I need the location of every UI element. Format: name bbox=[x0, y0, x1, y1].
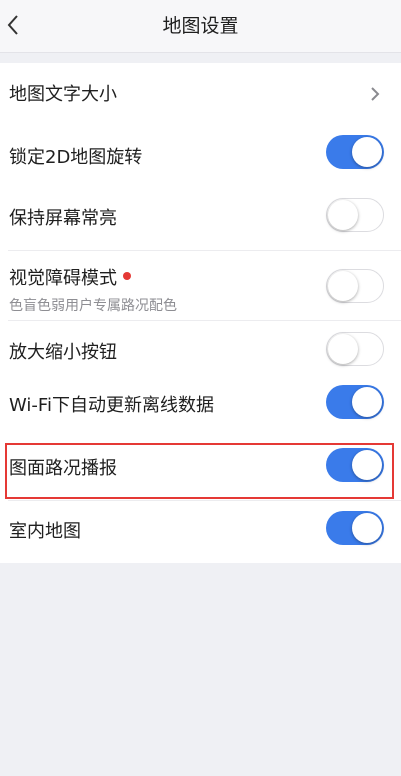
new-badge-dot bbox=[123, 272, 131, 280]
setting-label: 地图文字大小 bbox=[9, 84, 117, 105]
setting-label: Wi-Fi下自动更新离线数据 bbox=[9, 395, 214, 416]
setting-label: 室内地图 bbox=[9, 521, 81, 542]
setting-label: 保持屏幕常亮 bbox=[9, 208, 117, 229]
setting-row-keep-screen-on[interactable]: 保持屏幕常亮 bbox=[0, 187, 401, 250]
settings-group-map: 图面路况播报 室内地图 bbox=[0, 437, 401, 563]
setting-label: 放大缩小按钮 bbox=[9, 342, 117, 363]
setting-row-wifi-offline-update[interactable]: Wi-Fi下自动更新离线数据 bbox=[0, 374, 401, 437]
lock-rotation-toggle[interactable] bbox=[326, 135, 384, 169]
zoom-buttons-toggle[interactable] bbox=[326, 332, 384, 366]
setting-label: 锁定2D地图旋转 bbox=[9, 147, 143, 168]
setting-row-indoor-map[interactable]: 室内地图 bbox=[0, 500, 401, 563]
setting-row-lock-rotation[interactable]: 锁定2D地图旋转 bbox=[0, 126, 401, 189]
settings-group-display: 保持屏幕常亮 视觉障碍模式 色盲色弱用户专属路况配色 放大缩小按钮 bbox=[0, 187, 401, 383]
setting-label: 视觉障碍模式 bbox=[9, 264, 131, 290]
nav-header: 地图设置 bbox=[0, 0, 401, 53]
visual-impairment-toggle[interactable] bbox=[326, 269, 384, 303]
settings-group-text: 地图文字大小 bbox=[0, 63, 401, 126]
toggle-knob bbox=[352, 387, 382, 417]
toggle-knob bbox=[352, 137, 382, 167]
setting-row-text-size[interactable]: 地图文字大小 bbox=[0, 63, 401, 126]
setting-label: 图面路况播报 bbox=[9, 458, 117, 479]
toggle-knob bbox=[352, 450, 382, 480]
toggle-knob bbox=[352, 513, 382, 543]
setting-row-traffic-broadcast[interactable]: 图面路况播报 bbox=[0, 437, 401, 500]
setting-sublabel: 色盲色弱用户专属路况配色 bbox=[9, 298, 177, 314]
setting-row-visual-impairment[interactable]: 视觉障碍模式 色盲色弱用户专属路况配色 bbox=[0, 250, 401, 320]
setting-label-text: 视觉障碍模式 bbox=[9, 268, 117, 289]
settings-group-rotation: 锁定2D地图旋转 bbox=[0, 126, 401, 189]
toggle-knob bbox=[328, 199, 358, 230]
wifi-offline-update-toggle[interactable] bbox=[326, 385, 384, 419]
chevron-right-icon bbox=[371, 87, 380, 101]
indoor-map-toggle[interactable] bbox=[326, 511, 384, 545]
keep-screen-on-toggle[interactable] bbox=[326, 198, 384, 232]
toggle-knob bbox=[328, 270, 358, 301]
traffic-broadcast-toggle[interactable] bbox=[326, 448, 384, 482]
settings-group-data: Wi-Fi下自动更新离线数据 bbox=[0, 374, 401, 437]
page-title: 地图设置 bbox=[162, 15, 239, 37]
toggle-knob bbox=[328, 333, 358, 364]
